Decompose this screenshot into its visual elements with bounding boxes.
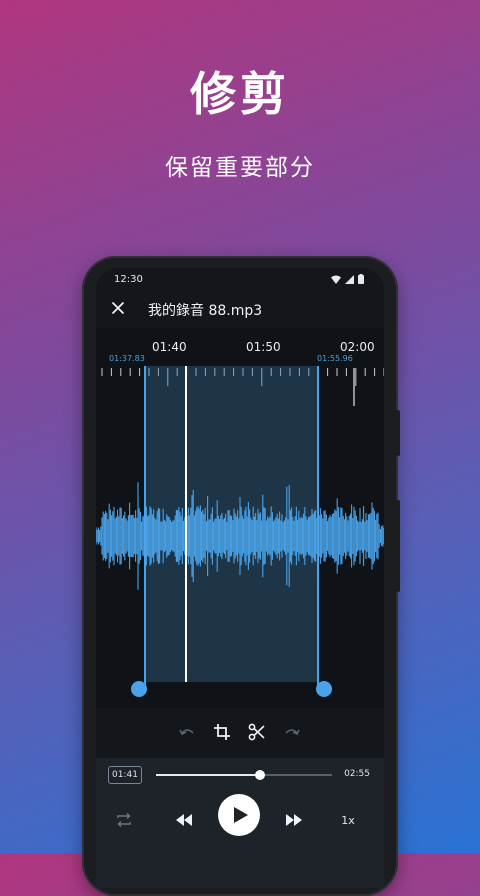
rewind-button[interactable]	[172, 808, 196, 832]
phone-screen: 12:30 我的錄音 88.mp3 01:40 01:50 02:00 01:3…	[96, 268, 384, 888]
promo-subtitle: 保留重要部分	[165, 155, 315, 181]
audio-waveform	[96, 482, 384, 590]
file-title: 我的錄音 88.mp3	[148, 303, 263, 319]
total-time: 02:55	[344, 769, 370, 779]
phone-volume-button	[396, 500, 400, 592]
status-icons	[331, 274, 364, 286]
playback-speed-button[interactable]: 1x	[336, 808, 360, 832]
promo-title: 修剪	[190, 67, 290, 121]
status-bar: 12:30	[96, 268, 384, 292]
signal-icon	[345, 275, 355, 284]
selection-start-time: 01:37.83	[109, 354, 145, 363]
app-bar: 我的錄音 88.mp3	[96, 292, 384, 328]
waveform-editor[interactable]: 01:40 01:50 02:00 01:37.83 01:55.96	[96, 328, 384, 708]
phone-power-button	[396, 410, 400, 456]
play-icon	[233, 807, 248, 823]
trim-end-line	[317, 366, 319, 690]
cut-button[interactable]	[245, 720, 269, 744]
progress-fill	[156, 774, 260, 776]
battery-icon	[358, 274, 364, 284]
play-button[interactable]	[218, 794, 260, 836]
trim-start-handle[interactable]	[131, 681, 147, 697]
fast-forward-button[interactable]	[282, 808, 306, 832]
timeline-label: 01:50	[246, 340, 281, 354]
undo-button[interactable]	[175, 720, 199, 744]
trim-end-handle[interactable]	[316, 681, 332, 697]
playback-speed-label: 1x	[341, 813, 355, 827]
redo-icon	[285, 729, 300, 736]
fast-forward-icon	[286, 814, 302, 826]
repeat-icon	[117, 812, 131, 828]
selection-labels: 01:37.83 01:55.96	[96, 354, 384, 366]
rewind-icon	[176, 814, 192, 826]
progress-thumb[interactable]	[254, 770, 265, 780]
current-time-badge[interactable]: 01:41	[108, 766, 142, 784]
close-button[interactable]	[108, 298, 128, 318]
playhead	[185, 366, 187, 682]
status-time: 12:30	[114, 274, 143, 285]
wifi-icon	[331, 275, 342, 284]
crop-icon	[214, 724, 230, 740]
timeline-label: 01:40	[152, 340, 187, 354]
progress-bar[interactable]	[156, 770, 332, 780]
close-icon	[112, 302, 124, 314]
timeline-label: 02:00	[340, 340, 375, 354]
trim-start-line	[144, 366, 146, 690]
redo-button[interactable]	[280, 720, 304, 744]
player-panel: 01:41 02:55 1x	[96, 758, 384, 888]
edit-toolbar	[96, 720, 384, 748]
crop-button[interactable]	[210, 720, 234, 744]
repeat-button[interactable]	[116, 808, 132, 832]
selection-end-time: 01:55.96	[317, 354, 353, 363]
scissors-icon	[248, 723, 265, 741]
undo-icon	[179, 729, 194, 736]
